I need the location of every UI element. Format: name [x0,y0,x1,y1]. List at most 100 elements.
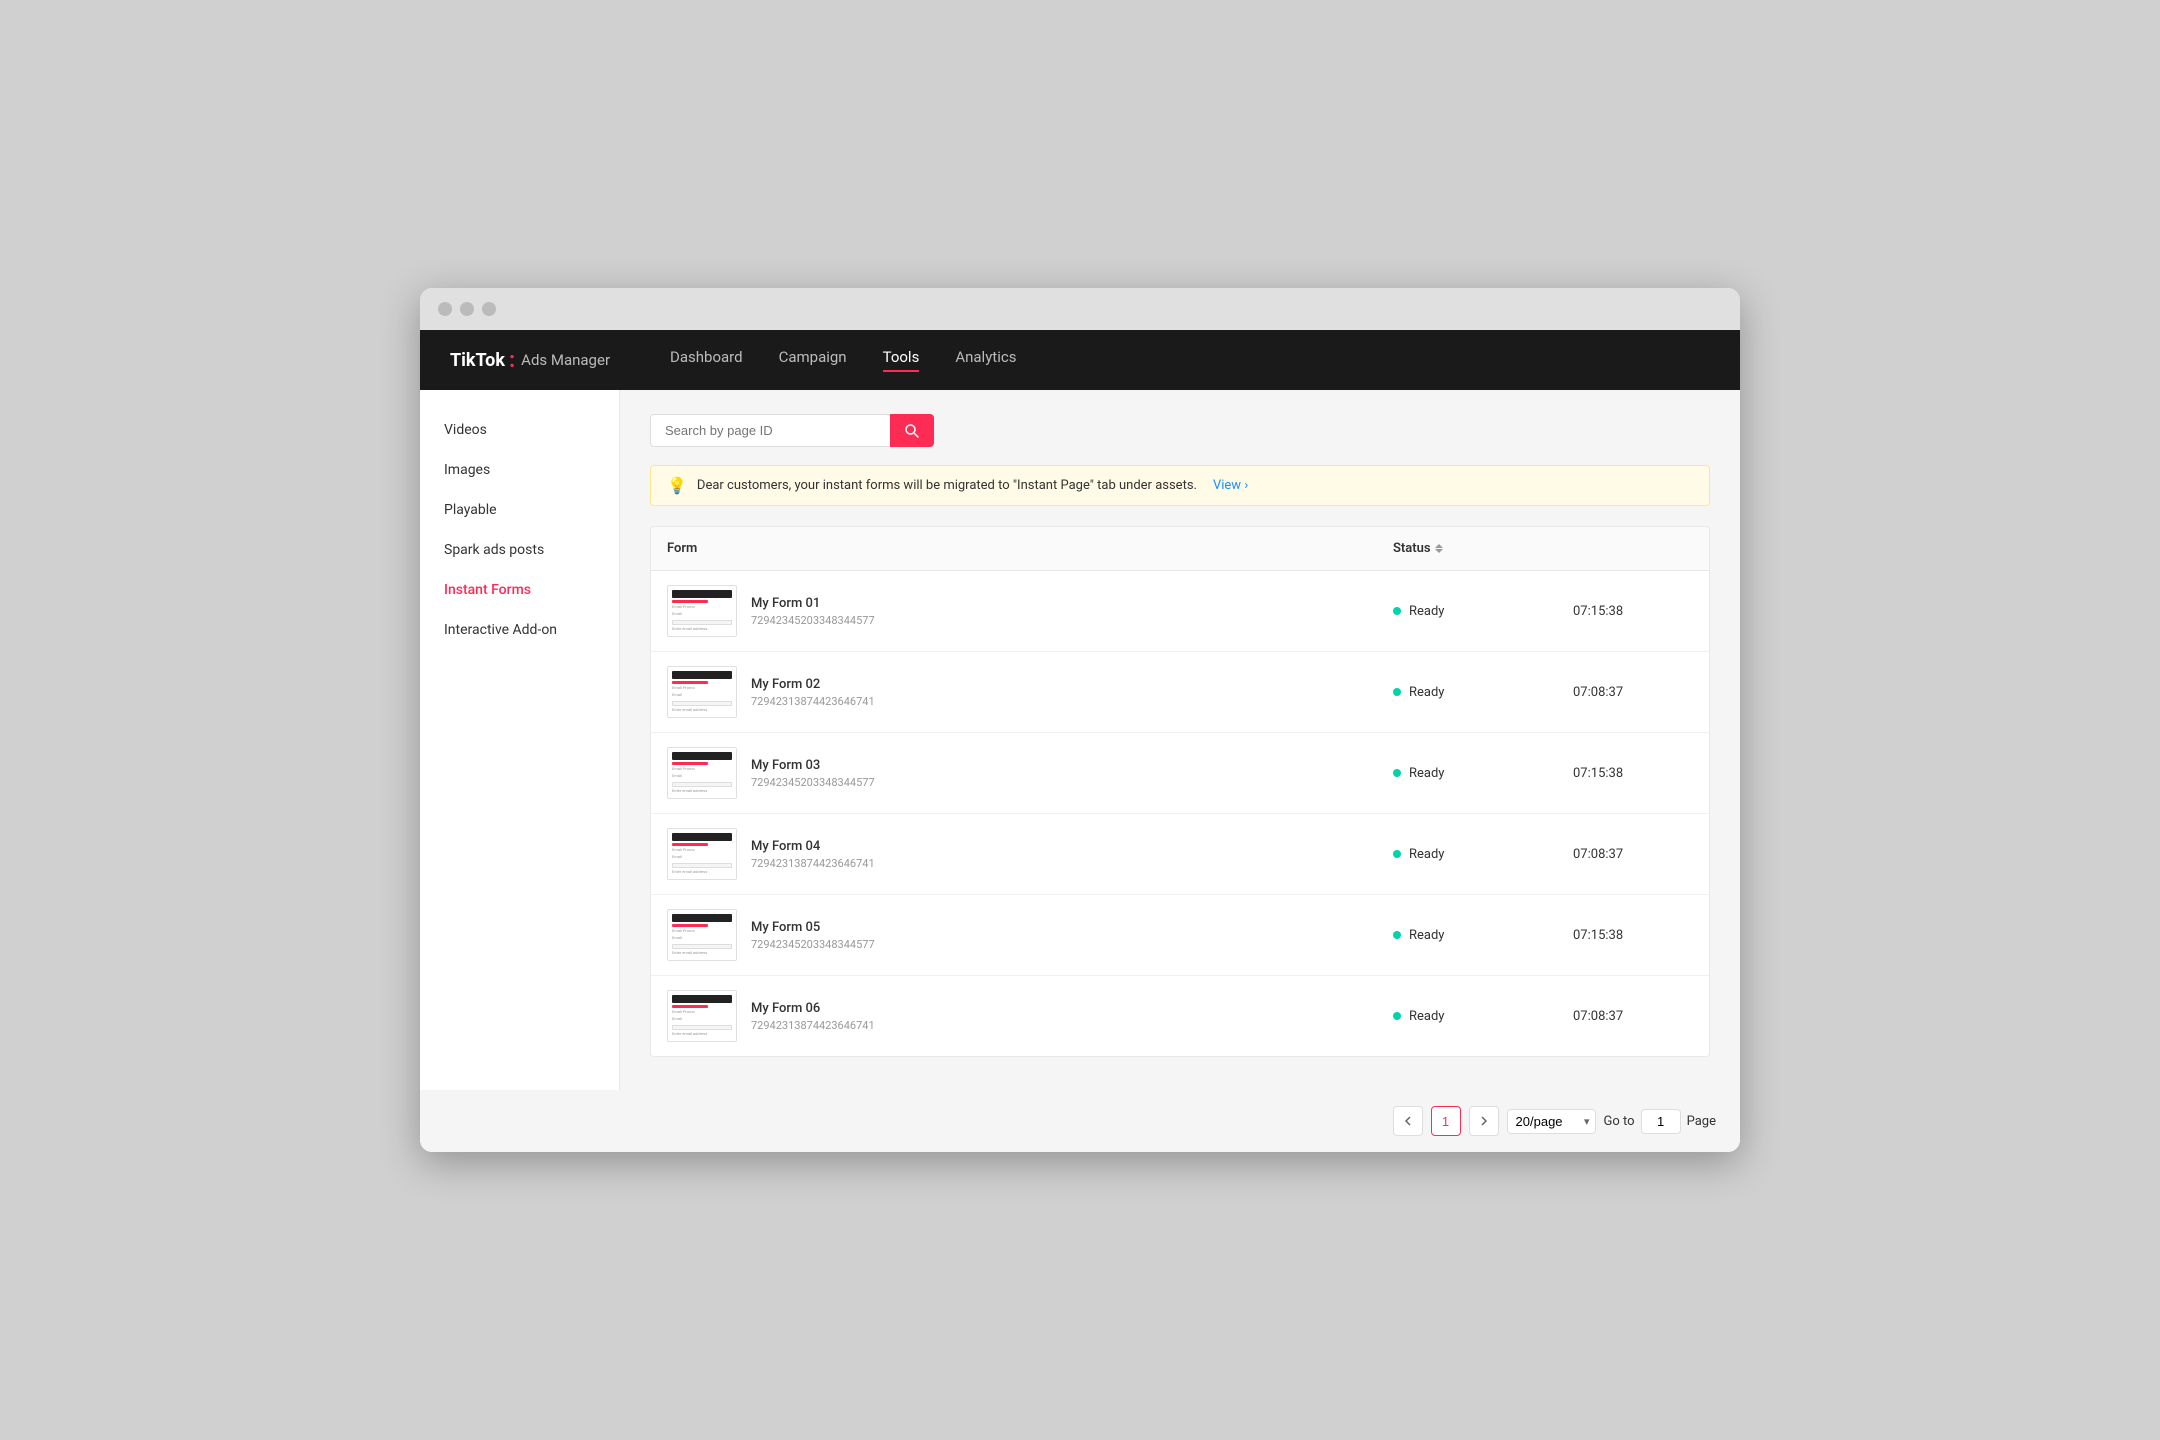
form-info: My Form 02 72942313874423646741 [751,677,875,708]
form-cell: Email Promo Email Enter email address My… [667,585,1393,637]
status-dot [1393,688,1401,696]
nav-tools[interactable]: Tools [883,348,920,372]
form-cell: Email Promo Email Enter email address My… [667,747,1393,799]
col-status: Status [1393,541,1573,556]
table-row: Email Promo Email Enter email address My… [651,571,1709,652]
top-navigation: TikTok: Ads Manager Dashboard Campaign T… [420,330,1740,390]
form-id: 72942313874423646741 [751,1019,875,1032]
sidebar-item-playable[interactable]: Playable [420,490,619,530]
nav-dashboard[interactable]: Dashboard [670,348,743,372]
form-info: My Form 05 72942345203348344577 [751,920,875,951]
form-thumbnail: Email Promo Email Enter email address [667,828,737,880]
notice-bar: 💡 Dear customers, your instant forms wil… [650,465,1710,506]
logo-subtitle: Ads Manager [521,351,610,369]
form-thumbnail: Email Promo Email Enter email address [667,747,737,799]
col-form: Form [667,541,1393,556]
time-cell: 07:08:37 [1573,685,1693,700]
table-row: Email Promo Email Enter email address My… [651,895,1709,976]
form-name: My Form 03 [751,758,875,773]
status-dot [1393,931,1401,939]
form-thumbnail: Email Promo Email Enter email address [667,585,737,637]
table-row: Email Promo Email Enter email address My… [651,976,1709,1056]
form-cell: Email Promo Email Enter email address My… [667,990,1393,1042]
status-dot [1393,850,1401,858]
main-content: 💡 Dear customers, your instant forms wil… [620,390,1740,1090]
per-page-select[interactable]: 20/page 50/page 100/page [1507,1109,1596,1134]
status-cell: Ready [1393,766,1573,781]
status-dot [1393,607,1401,615]
app-window: TikTok: Ads Manager Dashboard Campaign T… [420,288,1740,1152]
search-input[interactable] [650,414,890,447]
goto-label: Go to [1604,1114,1635,1129]
status-cell: Ready [1393,604,1573,619]
nav-links: Dashboard Campaign Tools Analytics [670,348,1016,372]
form-thumbnail: Email Promo Email Enter email address [667,666,737,718]
status-label: Ready [1409,604,1444,619]
logo-brand: TikTok [450,350,505,371]
sidebar-item-spark-ads[interactable]: Spark ads posts [420,530,619,570]
time-cell: 07:15:38 [1573,766,1693,781]
form-id: 72942313874423646741 [751,857,875,870]
form-cell: Email Promo Email Enter email address My… [667,909,1393,961]
form-cell: Email Promo Email Enter email address My… [667,666,1393,718]
time-cell: 07:08:37 [1573,847,1693,862]
maximize-button[interactable] [482,302,496,316]
nav-analytics[interactable]: Analytics [955,348,1016,372]
page-1-button[interactable]: 1 [1431,1106,1461,1136]
status-dot [1393,769,1401,777]
notice-text: Dear customers, your instant forms will … [697,478,1197,493]
time-cell: 07:15:38 [1573,604,1693,619]
sort-status-icon[interactable] [1435,544,1443,553]
form-name: My Form 04 [751,839,875,854]
form-id: 72942345203348344577 [751,938,875,951]
form-info: My Form 04 72942313874423646741 [751,839,875,870]
form-cell: Email Promo Email Enter email address My… [667,828,1393,880]
status-label: Ready [1409,685,1444,700]
form-name: My Form 06 [751,1001,875,1016]
pagination: 1 20/page 50/page 100/page Go to Page [420,1090,1740,1152]
logo-dot: : [509,348,515,373]
status-label: Ready [1409,928,1444,943]
chevron-left-icon [1403,1116,1413,1126]
form-id: 72942313874423646741 [751,695,875,708]
time-cell: 07:15:38 [1573,928,1693,943]
main-layout: Videos Images Playable Spark ads posts I… [420,390,1740,1090]
close-button[interactable] [438,302,452,316]
search-icon [904,423,920,439]
page-label: Page [1687,1114,1716,1129]
form-name: My Form 02 [751,677,875,692]
table-row: Email Promo Email Enter email address My… [651,814,1709,895]
sidebar-item-videos[interactable]: Videos [420,410,619,450]
nav-campaign[interactable]: Campaign [779,348,847,372]
minimize-button[interactable] [460,302,474,316]
table-header: Form Status [651,527,1709,571]
forms-table: Form Status [650,526,1710,1057]
sidebar-item-interactive-addon[interactable]: Interactive Add-on [420,610,619,650]
sidebar-item-images[interactable]: Images [420,450,619,490]
notice-link[interactable]: View › [1213,478,1248,493]
form-thumbnail: Email Promo Email Enter email address [667,909,737,961]
prev-page-button[interactable] [1393,1106,1423,1136]
time-cell: 07:08:37 [1573,1009,1693,1024]
form-id: 72942345203348344577 [751,614,875,627]
status-dot [1393,1012,1401,1020]
chevron-right-icon [1479,1116,1489,1126]
status-label: Ready [1409,1009,1444,1024]
goto-section: Go to Page [1604,1109,1716,1134]
search-button[interactable] [890,414,934,447]
form-id: 72942345203348344577 [751,776,875,789]
status-cell: Ready [1393,685,1573,700]
notice-icon: 💡 [667,476,687,495]
sidebar-item-instant-forms[interactable]: Instant Forms [420,570,619,610]
col-time [1573,541,1693,556]
next-page-button[interactable] [1469,1106,1499,1136]
form-info: My Form 06 72942313874423646741 [751,1001,875,1032]
form-name: My Form 01 [751,596,875,611]
form-info: My Form 03 72942345203348344577 [751,758,875,789]
form-thumbnail: Email Promo Email Enter email address [667,990,737,1042]
titlebar [420,288,1740,330]
goto-input[interactable] [1641,1109,1681,1134]
status-label: Ready [1409,847,1444,862]
status-cell: Ready [1393,847,1573,862]
logo: TikTok: Ads Manager [450,348,610,373]
